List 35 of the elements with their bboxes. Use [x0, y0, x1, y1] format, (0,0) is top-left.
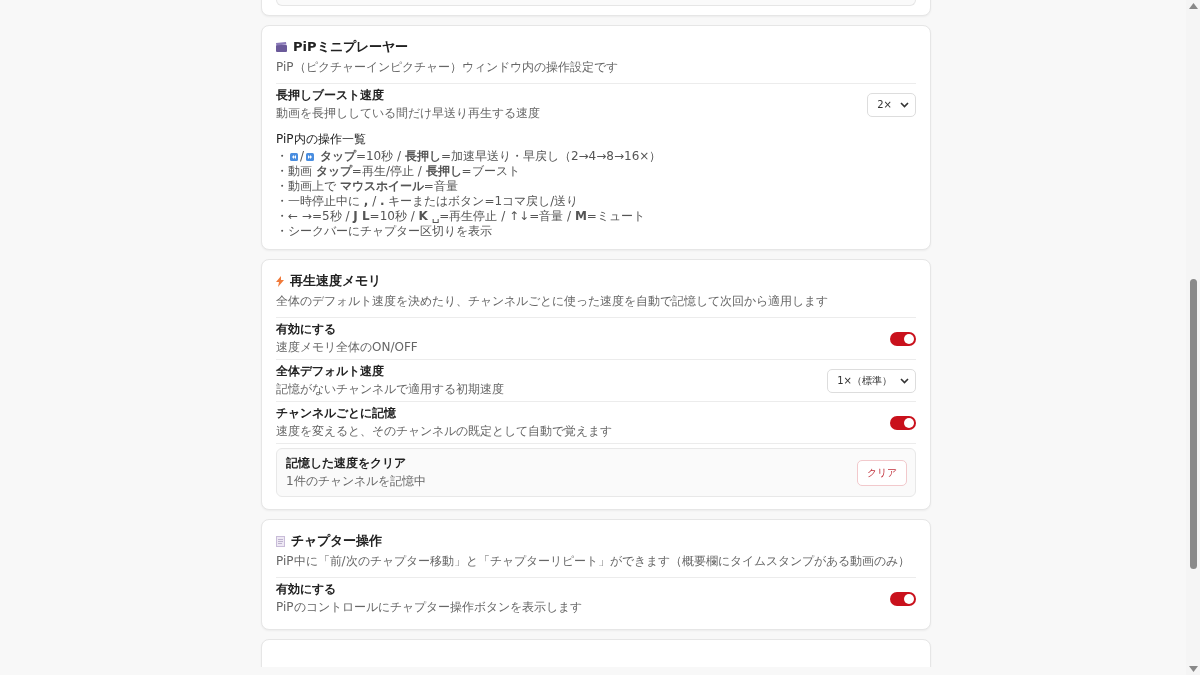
help-text: ← →=5秒 / J L=10秒 / K ␣=再生停止 / ↑↓=音量 / M=ミュート: [288, 209, 645, 224]
section-title: チャプター操作: [291, 532, 382, 550]
setting-hint: 速度を変えると、そのチャンネルの既定として自動で覚えます: [276, 423, 612, 440]
setting-label: 長押しブースト速度: [276, 87, 385, 104]
bullet: ・: [276, 179, 288, 194]
setting-hint: 1件のチャンネルを記憶中: [286, 473, 426, 490]
bullet: ・: [276, 209, 288, 224]
bullet: ・: [276, 224, 288, 239]
section-title: PiPミニプレーヤー: [293, 38, 408, 56]
section-title: 再生速度メモリ: [290, 272, 381, 290]
speed-select[interactable]: 1×（標準）: [827, 368, 916, 393]
help-text: 一時停止中に , / . キーまたはボタン=1コマ戻し/送り: [288, 194, 579, 209]
setting-label: チャンネルごとに記憶: [276, 405, 397, 422]
setting-label: 有効にする: [276, 581, 337, 598]
setting-hint: 動画を長押ししている間だけ早送り再生する速度: [276, 105, 540, 122]
setting-label: 記憶した速度をクリア: [286, 455, 407, 472]
help-text: シークバーにチャプター区切りを表示: [288, 224, 492, 239]
help-text: 動画上で マウスホイール=音量: [288, 179, 458, 194]
bullet: ・: [276, 194, 288, 209]
section-description: PiP中に「前/次のチャプター移動」と「チャプターリピート」ができます（概要欄にタイムスタンプがある動画のみ）: [276, 553, 916, 578]
setting-hint: PiPのコントロールにチャプター操作ボタンを表示します: [276, 599, 582, 616]
setting-hint: 速度メモリ全体のON/OFF: [276, 339, 418, 356]
help-text: 動画 タップ=再生/停止 / 長押し=ブースト: [288, 164, 520, 179]
section-description: 全体のデフォルト速度を決めたり、チャンネルごとに使った速度を自動で記憶して次回から適用します: [276, 293, 916, 318]
bullet: ・: [276, 164, 288, 179]
separator: /: [300, 149, 305, 164]
help-text: タップ=10秒 / 長押し=加速早送り・早戻し（2→4→8→16×）: [319, 149, 662, 164]
setting-label: 有効にする: [276, 321, 337, 338]
clear-button[interactable]: クリア: [857, 459, 907, 486]
speed-select[interactable]: 2×: [867, 92, 916, 117]
section-description: PiP（ピクチャーインピクチャー）ウィンドウ内の操作設定です: [276, 59, 916, 84]
bullet: ・: [276, 149, 288, 164]
help-title: PiP内の操作一覧: [276, 131, 367, 148]
setting-hint: 記憶がないチャンネルで適用する初期速度: [276, 381, 504, 398]
setting-label: 全体デフォルト速度: [276, 363, 385, 380]
